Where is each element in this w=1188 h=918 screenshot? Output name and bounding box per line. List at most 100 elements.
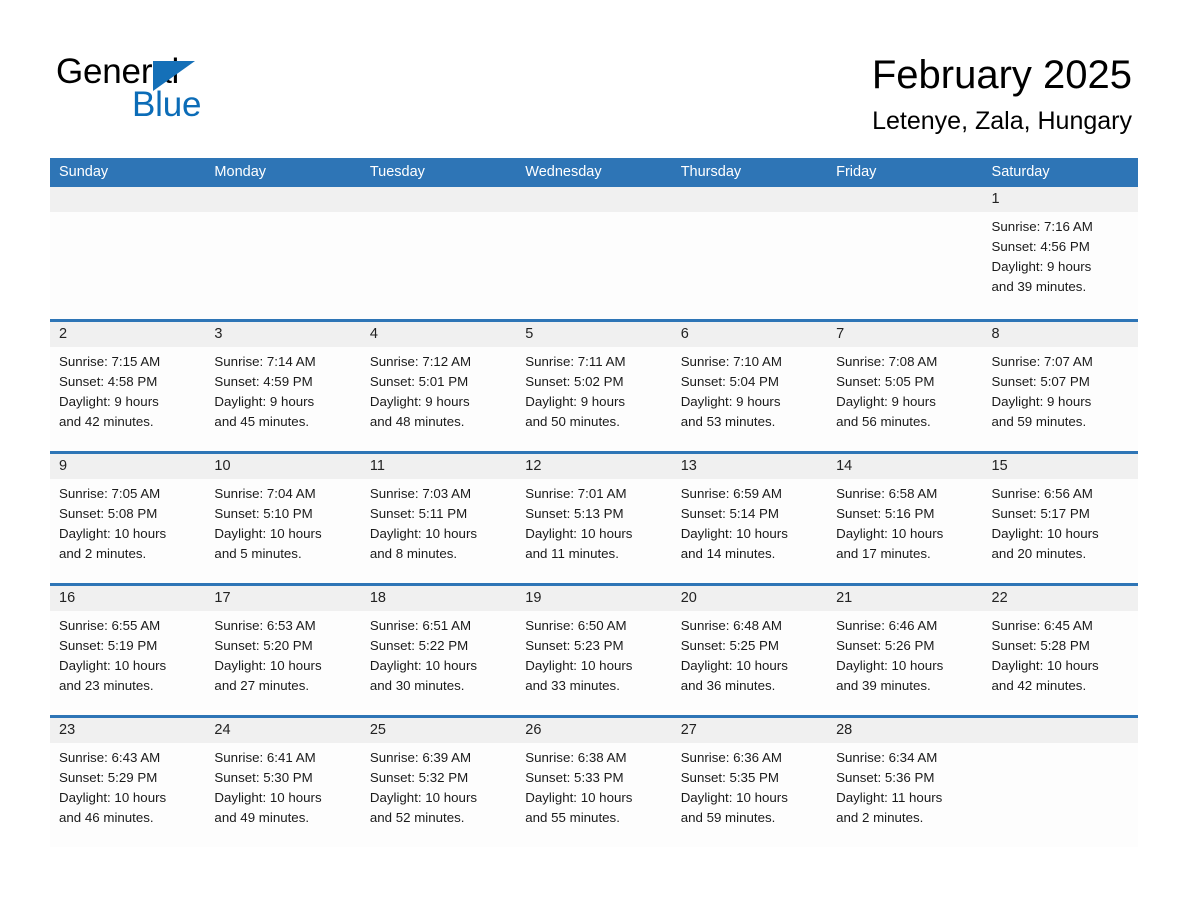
day-number-band: 9 bbox=[50, 454, 206, 479]
day-number-band: 5 bbox=[516, 322, 672, 347]
day-cell-2[interactable]: 2 Sunrise: 7:15 AM Sunset: 4:58 PM Daylight… bbox=[50, 322, 206, 451]
sunset-text: Sunset: 5:28 PM bbox=[991, 638, 1090, 653]
daylight-text-line1: Daylight: 10 hours bbox=[214, 790, 322, 805]
day-number: 28 bbox=[836, 722, 853, 738]
day-cell-9[interactable]: 9 Sunrise: 7:05 AM Sunset: 5:08 PM Daylight… bbox=[50, 454, 206, 583]
sunset-text: Sunset: 5:35 PM bbox=[680, 770, 779, 785]
daylight-text-line1: Daylight: 9 hours bbox=[525, 394, 626, 409]
day-sun-info: Sunrise: 6:59 AM Sunset: 5:14 PM Daylight:… bbox=[672, 479, 827, 564]
day-sun-info: Sunrise: 7:03 AM Sunset: 5:11 PM Daylight:… bbox=[361, 479, 516, 564]
day-cell-4[interactable]: 4 Sunrise: 7:12 AM Sunset: 5:01 PM Daylight… bbox=[360, 322, 517, 451]
day-cell-23[interactable]: 23 Sunrise: 6:43 AM Sunset: 5:29 PM Dayligh… bbox=[50, 718, 206, 847]
day-cell-13[interactable]: 13 Sunrise: 6:59 AM Sunset: 5:14 PM Dayligh… bbox=[671, 454, 828, 583]
daylight-text-line1: Daylight: 10 hours bbox=[991, 526, 1099, 541]
day-cell-10[interactable]: 10 Sunrise: 7:04 AM Sunset: 5:10 PM Dayligh… bbox=[205, 454, 361, 583]
title-block: February 2025 Letenye, Zala, Hungary bbox=[872, 50, 1132, 138]
day-number: 3 bbox=[214, 326, 223, 342]
daylight-text-line2: and 59 minutes. bbox=[991, 414, 1087, 429]
sunset-text: Sunset: 5:16 PM bbox=[836, 506, 935, 521]
day-number: 5 bbox=[525, 326, 534, 342]
day-number-band: 10 bbox=[205, 454, 361, 479]
day-cell-24[interactable]: 24 Sunrise: 6:41 AM Sunset: 5:30 PM Dayligh… bbox=[205, 718, 361, 847]
day-number-band: 25 bbox=[360, 718, 517, 743]
day-sun-info: Sunrise: 6:53 AM Sunset: 5:20 PM Daylight:… bbox=[205, 611, 360, 696]
day-number-band bbox=[827, 187, 983, 212]
day-cell-18[interactable]: 18 Sunrise: 6:51 AM Sunset: 5:22 PM Dayligh… bbox=[360, 586, 517, 715]
daylight-text-line1: Daylight: 9 hours bbox=[836, 394, 936, 409]
daylight-text-line2: and 11 minutes. bbox=[525, 546, 619, 561]
day-number: 7 bbox=[836, 326, 845, 342]
day-sun-info: Sunrise: 7:01 AM Sunset: 5:13 PM Daylight:… bbox=[516, 479, 671, 564]
day-number: 18 bbox=[369, 590, 386, 606]
day-number-band: 17 bbox=[205, 586, 361, 611]
daylight-text-line1: Daylight: 10 hours bbox=[59, 790, 167, 805]
day-number: 20 bbox=[680, 590, 697, 606]
day-number: 9 bbox=[59, 458, 68, 474]
day-number-band: 21 bbox=[827, 586, 983, 611]
day-number-band: 15 bbox=[982, 454, 1138, 479]
day-sun-info: Sunrise: 6:38 AM Sunset: 5:33 PM Daylight:… bbox=[516, 743, 671, 828]
day-cell-14[interactable]: 14 Sunrise: 6:58 AM Sunset: 5:16 PM Dayligh… bbox=[827, 454, 983, 583]
sunrise-text: Sunrise: 7:04 AM bbox=[214, 486, 316, 501]
day-cell-22[interactable]: 22 Sunrise: 6:45 AM Sunset: 5:28 PM Dayligh… bbox=[982, 586, 1138, 715]
sunset-text: Sunset: 5:29 PM bbox=[59, 770, 158, 785]
sunset-text: Sunset: 5:32 PM bbox=[369, 770, 469, 785]
day-cell-25[interactable]: 25 Sunrise: 6:39 AM Sunset: 5:32 PM Dayligh… bbox=[360, 718, 517, 847]
day-cell-6[interactable]: 6 Sunrise: 7:10 AM Sunset: 5:04 PM Daylight… bbox=[671, 322, 828, 451]
day-sun-info: Sunrise: 6:46 AM Sunset: 5:26 PM Daylight:… bbox=[827, 611, 982, 696]
day-cell-8[interactable]: 8 Sunrise: 7:07 AM Sunset: 5:07 PM Daylight… bbox=[982, 322, 1138, 451]
day-sun-info: Sunrise: 6:55 AM Sunset: 5:19 PM Daylight:… bbox=[50, 611, 205, 696]
day-sun-info: Sunrise: 6:45 AM Sunset: 5:28 PM Daylight:… bbox=[983, 611, 1138, 696]
sunset-text: Sunset: 5:05 PM bbox=[836, 374, 935, 389]
sunset-text: Sunset: 5:23 PM bbox=[525, 638, 624, 653]
daylight-text-line2: and 42 minutes. bbox=[59, 414, 154, 429]
sunrise-text: Sunrise: 6:41 AM bbox=[214, 750, 316, 765]
day-number-band: 4 bbox=[360, 322, 517, 347]
daylight-text-line2: and 50 minutes. bbox=[525, 414, 620, 429]
day-cell-28[interactable]: 28 Sunrise: 6:34 AM Sunset: 5:36 PM Dayligh… bbox=[827, 718, 983, 847]
day-cell-1[interactable]: 1 Sunrise: 7:16 AM Sunset: 4:56 PM Daylight… bbox=[982, 187, 1138, 319]
day-number-band: 1 bbox=[982, 187, 1138, 212]
day-sun-info: Sunrise: 6:58 AM Sunset: 5:16 PM Daylight:… bbox=[827, 479, 982, 564]
day-number: 21 bbox=[836, 590, 853, 606]
daylight-text-line1: Daylight: 10 hours bbox=[525, 790, 633, 805]
daylight-text-line2: and 49 minutes. bbox=[214, 810, 310, 825]
calendar-week-row: 1 Sunrise: 7:16 AM Sunset: 4:56 PM Daylight… bbox=[50, 187, 1138, 319]
daylight-text-line2: and 39 minutes. bbox=[991, 279, 1087, 294]
day-number-band: 19 bbox=[516, 586, 672, 611]
day-sun-info: Sunrise: 6:43 AM Sunset: 5:29 PM Daylight:… bbox=[50, 743, 205, 828]
sunrise-text: Sunrise: 7:03 AM bbox=[369, 486, 472, 501]
day-cell-26[interactable]: 26 Sunrise: 6:38 AM Sunset: 5:33 PM Dayligh… bbox=[516, 718, 672, 847]
daylight-text-line2: and 59 minutes. bbox=[680, 810, 776, 825]
sunset-text: Sunset: 4:58 PM bbox=[59, 374, 158, 389]
calendar-week-row: 9 Sunrise: 7:05 AM Sunset: 5:08 PM Daylight… bbox=[50, 451, 1138, 583]
daylight-text-line1: Daylight: 10 hours bbox=[525, 658, 633, 673]
daylight-text-line1: Daylight: 9 hours bbox=[991, 259, 1092, 274]
daylight-text-line2: and 56 minutes. bbox=[836, 414, 931, 429]
day-number: 6 bbox=[680, 326, 689, 342]
day-sun-info: Sunrise: 6:56 AM Sunset: 5:17 PM Daylight:… bbox=[983, 479, 1138, 564]
day-cell-20[interactable]: 20 Sunrise: 6:48 AM Sunset: 5:25 PM Dayligh… bbox=[671, 586, 828, 715]
day-cell-15[interactable]: 15 Sunrise: 6:56 AM Sunset: 5:17 PM Dayligh… bbox=[982, 454, 1138, 583]
day-cell-7[interactable]: 7 Sunrise: 7:08 AM Sunset: 5:05 PM Daylight… bbox=[827, 322, 983, 451]
day-cell-5[interactable]: 5 Sunrise: 7:11 AM Sunset: 5:02 PM Daylight… bbox=[516, 322, 672, 451]
daylight-text-line2: and 33 minutes. bbox=[525, 678, 620, 693]
calendar-week-row: 16 Sunrise: 6:55 AM Sunset: 5:19 PM Dayligh… bbox=[50, 583, 1138, 715]
day-cell-11[interactable]: 11 Sunrise: 7:03 AM Sunset: 5:11 PM Dayligh… bbox=[360, 454, 517, 583]
day-sun-info: Sunrise: 7:11 AM Sunset: 5:02 PM Daylight:… bbox=[516, 347, 671, 432]
day-cell-3[interactable]: 3 Sunrise: 7:14 AM Sunset: 4:59 PM Daylight… bbox=[205, 322, 361, 451]
day-cell-16[interactable]: 16 Sunrise: 6:55 AM Sunset: 5:19 PM Dayligh… bbox=[50, 586, 206, 715]
day-cell-19[interactable]: 19 Sunrise: 6:50 AM Sunset: 5:23 PM Dayligh… bbox=[516, 586, 672, 715]
day-cell-21[interactable]: 21 Sunrise: 6:46 AM Sunset: 5:26 PM Dayligh… bbox=[827, 586, 983, 715]
day-cell-27[interactable]: 27 Sunrise: 6:36 AM Sunset: 5:35 PM Dayligh… bbox=[671, 718, 828, 847]
day-number-band: 24 bbox=[205, 718, 361, 743]
day-cell-17[interactable]: 17 Sunrise: 6:53 AM Sunset: 5:20 PM Dayligh… bbox=[205, 586, 361, 715]
day-sun-info: Sunrise: 7:10 AM Sunset: 5:04 PM Daylight:… bbox=[672, 347, 827, 432]
day-cell-12[interactable]: 12 Sunrise: 7:01 AM Sunset: 5:13 PM Dayligh… bbox=[516, 454, 672, 583]
page-title: February 2025 bbox=[871, 53, 1132, 97]
day-number: 26 bbox=[525, 722, 542, 738]
sunrise-text: Sunrise: 6:53 AM bbox=[214, 618, 316, 633]
day-cell-empty bbox=[671, 187, 828, 319]
day-number-band: 7 bbox=[827, 322, 983, 347]
day-sun-info: Sunrise: 6:39 AM Sunset: 5:32 PM Daylight:… bbox=[361, 743, 516, 828]
